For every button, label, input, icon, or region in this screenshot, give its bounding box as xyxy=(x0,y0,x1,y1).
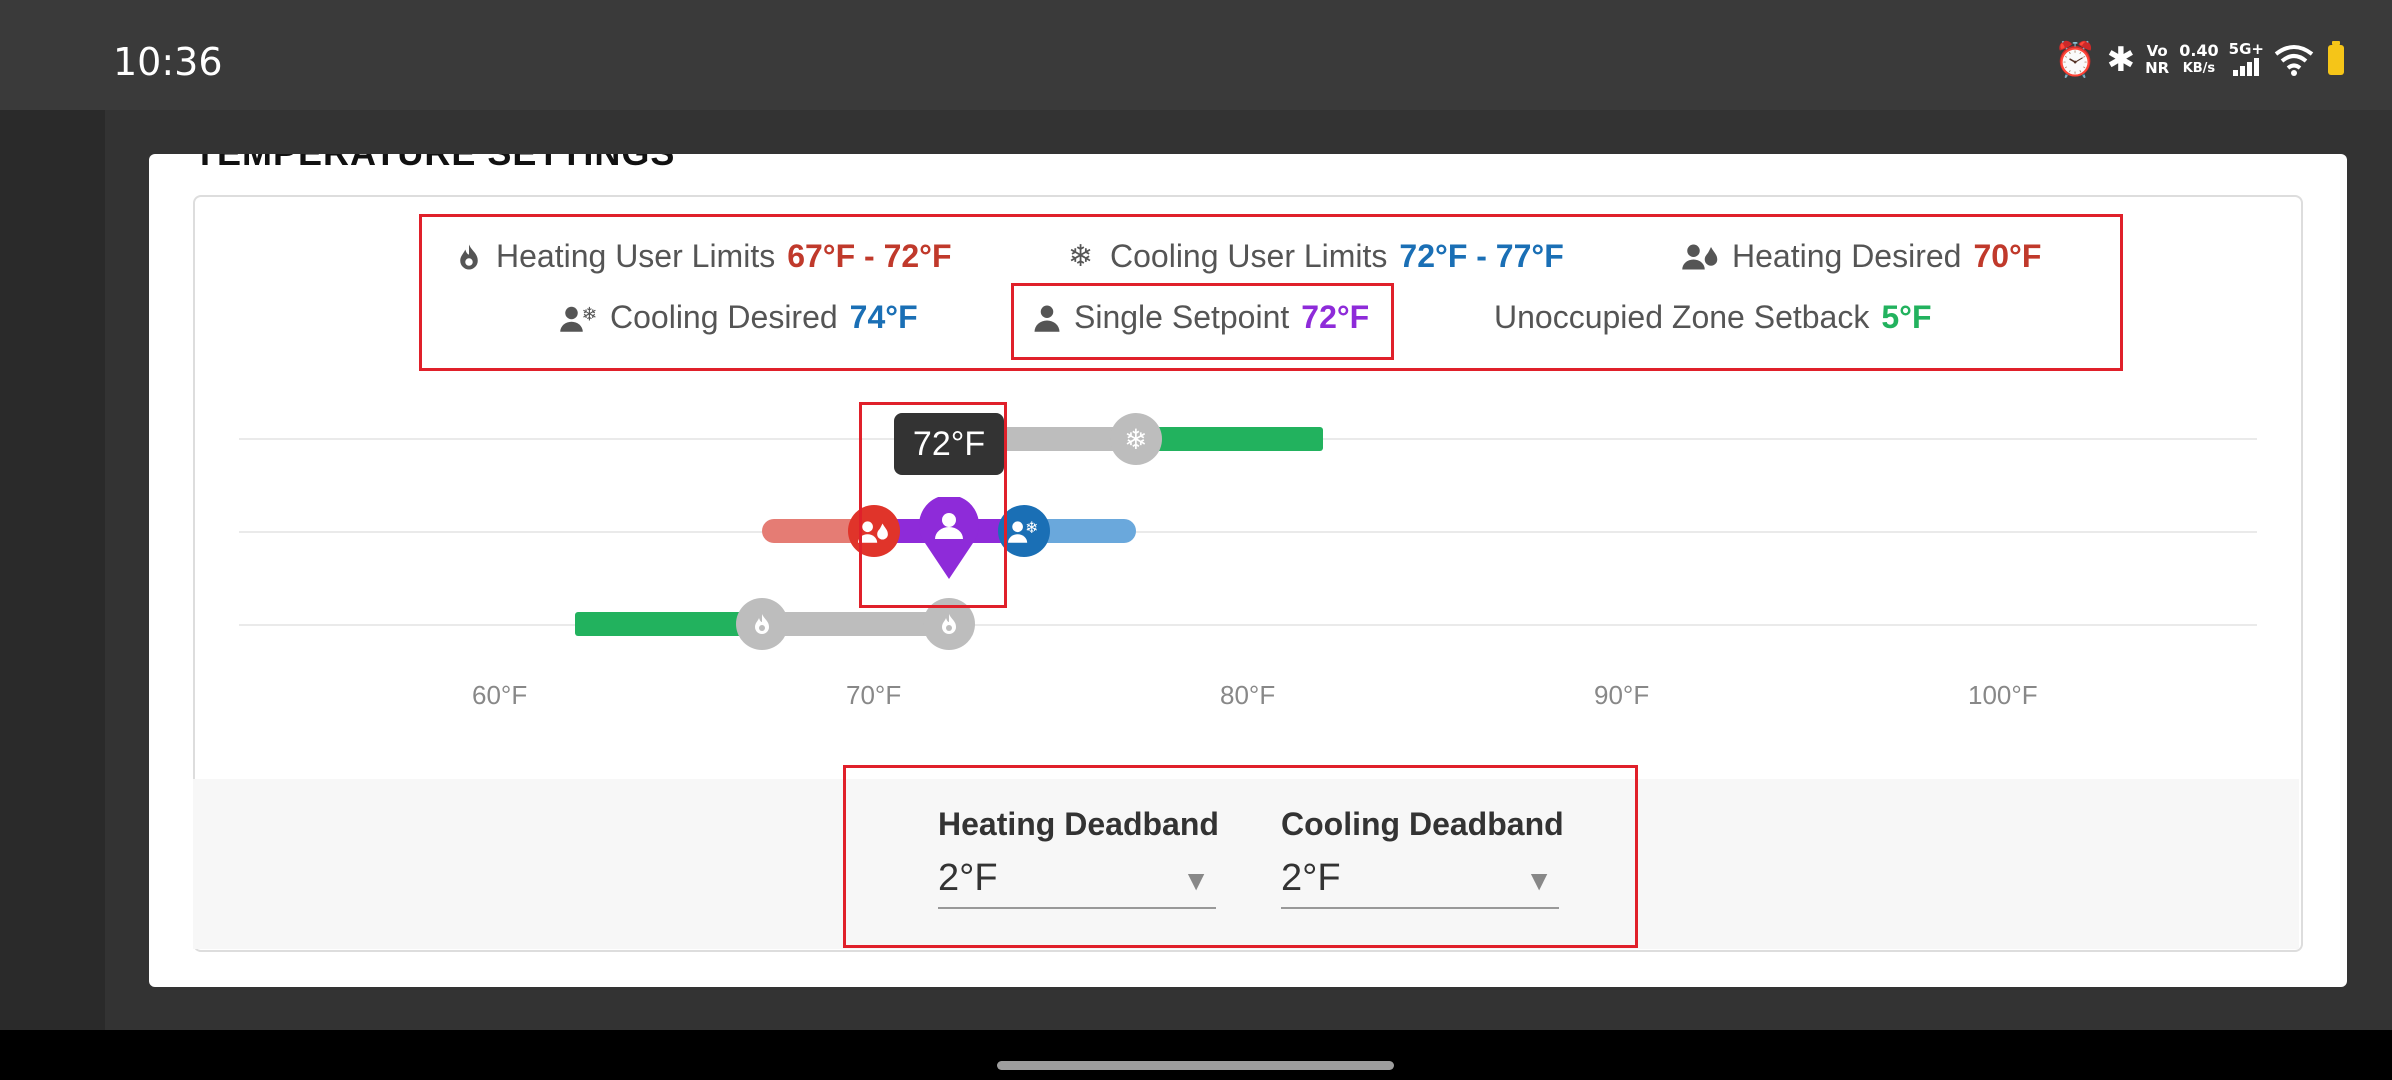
x-tick-label: 90°F xyxy=(1594,680,1650,710)
snowflake-icon: ❄ xyxy=(1124,423,1148,455)
heating-deadband-label: Heating Deadband xyxy=(938,806,1219,842)
cooling-deadband-label: Cooling Deadband xyxy=(1281,806,1564,842)
navigation-bar xyxy=(0,1030,2392,1080)
x-tick-label: 80°F xyxy=(1220,680,1276,710)
flame-icon xyxy=(941,614,956,634)
heating-setback-bar xyxy=(574,612,762,636)
x-tick-label: 60°F xyxy=(472,680,528,710)
heating-limit-low-handle[interactable] xyxy=(735,598,788,650)
cooling-limit-high-handle[interactable]: ❄ xyxy=(1109,413,1162,465)
heating-limit-track xyxy=(761,612,949,636)
x-tick-label: 100°F xyxy=(1968,680,2038,710)
flame-icon xyxy=(754,614,769,634)
cooling-deadband-select[interactable]: 2°F ▼ xyxy=(1281,857,1559,909)
cooling-deadband-value: 2°F xyxy=(1281,857,1341,899)
user-snowflake-icon: ❄ xyxy=(1007,518,1038,543)
cooling-deadband-group: Cooling Deadband 2°F ▼ xyxy=(1281,806,1564,909)
gridline-desired xyxy=(239,531,2257,533)
heating-deadband-group: Heating Deadband 2°F ▼ xyxy=(938,806,1219,909)
setpoint-highlight xyxy=(859,402,1007,608)
heating-deadband-select[interactable]: 2°F ▼ xyxy=(938,857,1216,909)
svg-text:❄: ❄ xyxy=(1025,518,1038,537)
chevron-down-icon: ▼ xyxy=(1182,865,1210,896)
home-gesture-handle[interactable] xyxy=(997,1061,1394,1070)
x-tick-label: 70°F xyxy=(846,680,902,710)
cooling-setback-bar xyxy=(1135,427,1323,451)
gridline-heating xyxy=(239,624,2257,626)
heating-deadband-value: 2°F xyxy=(938,857,998,899)
chevron-down-icon: ▼ xyxy=(1525,865,1553,896)
